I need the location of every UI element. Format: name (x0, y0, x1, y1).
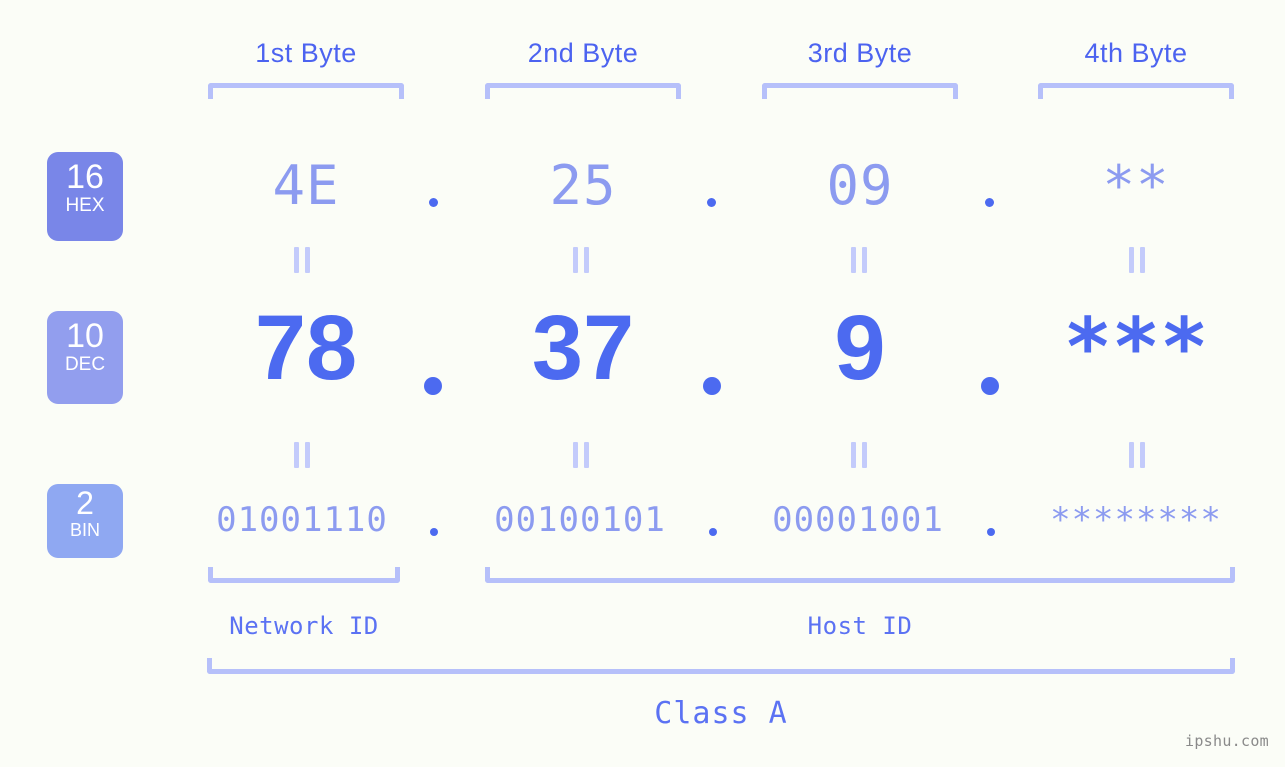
bin-dot-separator-3 (987, 528, 995, 536)
dec-value-byte-2: 37 (531, 297, 635, 399)
radix-badge-hex-label: HEX (65, 195, 105, 216)
hex-value-byte-3: 09 (826, 154, 894, 217)
dec-dot-separator-3 (981, 377, 999, 395)
radix-badge-dec: 10 DEC (47, 311, 123, 404)
byte-header-3: 3rd Byte (807, 38, 913, 68)
radix-badge-bin: 2 BIN (47, 484, 123, 558)
watermark: ipshu.com (1185, 732, 1269, 750)
ip-byte-breakdown-diagram: 1st Byte 2nd Byte 3rd Byte 4th Byte 16 H… (0, 0, 1285, 767)
byte-bracket-4 (1038, 83, 1234, 99)
hex-value-byte-1: 4E (272, 154, 340, 217)
host-id-label: Host ID (807, 612, 913, 640)
radix-badge-dec-label: DEC (64, 354, 106, 375)
equals-sign-hex-dec-1 (293, 247, 312, 273)
bin-dot-separator-1 (430, 528, 438, 536)
byte-header-1: 1st Byte (255, 38, 357, 68)
bin-value-byte-2: 00100101 (494, 500, 666, 540)
radix-badge-hex-number: 16 (66, 158, 104, 196)
bin-dot-separator-2 (709, 528, 717, 536)
equals-sign-hex-dec-3 (850, 247, 869, 273)
hex-dot-separator-3 (985, 198, 994, 207)
bin-value-byte-3: 00001001 (772, 500, 944, 540)
class-bracket (207, 658, 1235, 674)
byte-header-4: 4th Byte (1084, 38, 1188, 68)
hex-dot-separator-1 (429, 198, 438, 207)
dec-value-byte-1: 78 (254, 297, 358, 399)
network-id-label: Network ID (229, 612, 379, 640)
dec-dot-separator-2 (703, 377, 721, 395)
host-id-bracket (485, 567, 1235, 583)
byte-bracket-3 (762, 83, 958, 99)
network-id-bracket (208, 567, 400, 583)
bin-value-byte-4: ******** (1050, 500, 1222, 540)
radix-badge-bin-number: 2 (76, 485, 94, 521)
bin-value-byte-1: 01001110 (216, 500, 388, 540)
radix-badge-dec-number: 10 (66, 317, 104, 355)
radix-badge-hex: 16 HEX (47, 152, 123, 241)
equals-sign-dec-bin-1 (293, 442, 312, 468)
hex-dot-separator-2 (707, 198, 716, 207)
dec-value-byte-3: 9 (834, 297, 886, 399)
hex-value-byte-2: 25 (549, 154, 617, 217)
equals-sign-hex-dec-4 (1128, 247, 1147, 273)
equals-sign-hex-dec-2 (572, 247, 591, 273)
hex-value-byte-4: ** (1102, 154, 1170, 217)
equals-sign-dec-bin-3 (850, 442, 869, 468)
byte-bracket-2 (485, 83, 681, 99)
byte-header-2: 2nd Byte (527, 38, 639, 68)
class-label: Class A (654, 696, 788, 731)
dec-dot-separator-1 (424, 377, 442, 395)
radix-badge-bin-label: BIN (69, 520, 100, 540)
byte-bracket-1 (208, 83, 404, 99)
equals-sign-dec-bin-2 (572, 442, 591, 468)
dec-value-byte-4: *** (1063, 301, 1209, 394)
equals-sign-dec-bin-4 (1128, 442, 1147, 468)
